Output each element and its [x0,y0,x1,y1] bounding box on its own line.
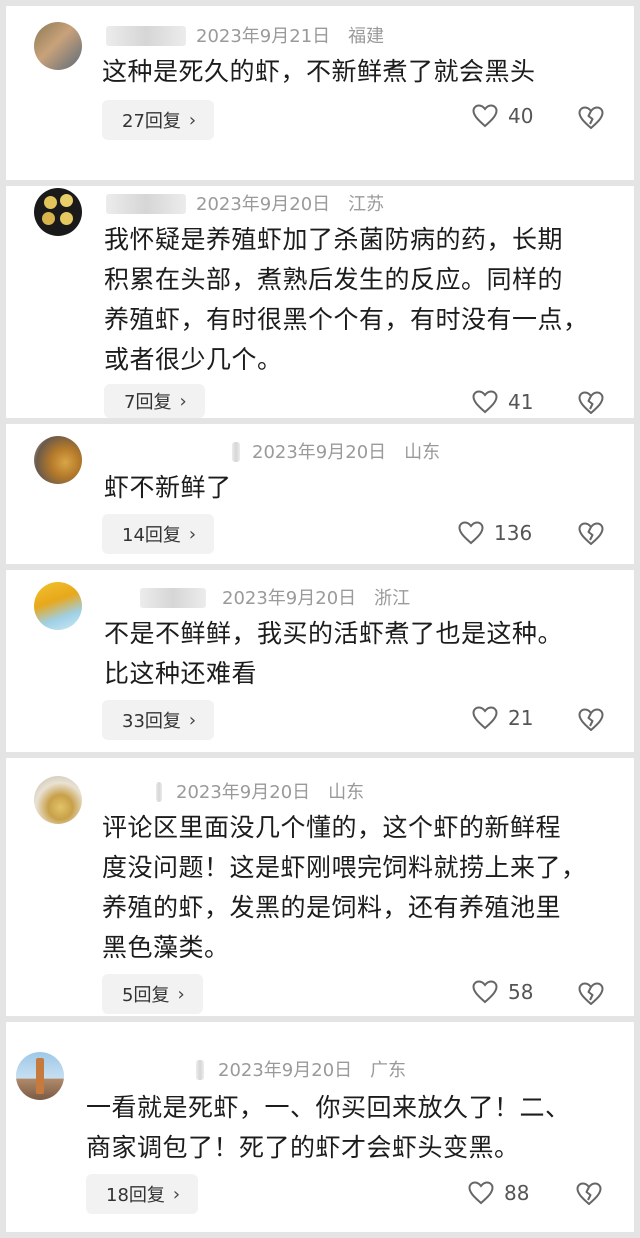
replies-label: 27回复 [122,111,181,132]
replies-button[interactable]: 27回复 › [102,100,215,140]
replies-label: 7回复 [124,392,172,413]
heart-outline-icon [472,390,498,414]
like-count: 58 [508,980,534,1004]
like-count: 21 [508,706,534,730]
comment-date: 2023年9月20日 [252,442,387,463]
comment-location: 山东 [328,782,365,803]
comment-line: 比这种还难看 [104,659,258,688]
heart-outline-icon [472,104,498,128]
heart-outline-icon [458,521,484,545]
comment-line: 不是不鲜鲜，我买的活虾煮了也是这种。 [104,619,564,648]
like-button[interactable]: 58 [472,980,533,1004]
comment-text: 我怀疑是养殖虾加了杀菌防病的药，长期 积累在头部，煮熟后发生的反应。同样的 养殖… [104,220,589,380]
comment-line: 积累在头部，煮熟后发生的反应。同样的 [104,265,564,294]
comment-line: 这种是死久的虾，不新鲜煮了就会黑头 [102,57,536,86]
like-count: 88 [504,1181,530,1205]
chevron-right-icon: › [177,983,185,1005]
broken-heart-icon[interactable] [578,522,604,546]
avatar[interactable] [34,582,82,630]
comment-card: 2023年9月20日 山东 评论区里面没几个懂的，这个虾的新鲜程 度没问题！这是虾… [6,758,634,1016]
comment-line: 评论区里面没几个懂的，这个虾的新鲜程 [102,813,562,842]
username-redacted [156,782,162,802]
like-button[interactable]: 21 [472,706,533,730]
replies-button[interactable]: 5回复 › [102,974,203,1014]
comment-date: 2023年9月20日 [222,588,357,609]
comment-meta: 2023年9月20日 山东 [156,778,364,804]
chevron-right-icon: › [179,390,187,412]
comment-text: 这种是死久的虾，不新鲜煮了就会黑头 [102,52,536,92]
avatar[interactable] [34,776,82,824]
username-redacted [106,26,186,46]
like-button[interactable]: 41 [472,390,533,414]
comment-date: 2023年9月21日 [196,26,331,47]
comment-line: 黑色藻类。 [102,933,230,962]
username-redacted [106,194,186,214]
comment-meta: 2023年9月20日 山东 [232,438,440,464]
comment-line: 虾不新鲜了 [104,473,232,502]
comment-line: 养殖虾，有时很黑个个有，有时没有一点， [104,305,589,334]
comment-card: 2023年9月20日 山东 虾不新鲜了 14回复 › 136 [6,424,634,564]
username-redacted [140,588,206,608]
broken-heart-icon[interactable] [578,982,604,1006]
comment-line: 我怀疑是养殖虾加了杀菌防病的药，长期 [104,225,564,254]
comment-line: 度没问题！这是虾刚喂完饲料就捞上来了， [102,853,587,882]
heart-outline-icon [468,1181,494,1205]
comment-meta: 2023年9月20日 浙江 [140,584,410,610]
username-redacted [232,442,240,462]
comment-line: 商家调包了！死了的虾才会虾头变黑。 [86,1133,520,1162]
comment-location: 浙江 [374,588,411,609]
heart-outline-icon [472,980,498,1004]
comment-location: 江苏 [348,194,385,215]
broken-heart-icon[interactable] [578,708,604,732]
comment-card: 2023年9月20日 浙江 不是不鲜鲜，我买的活虾煮了也是这种。 比这种还难看 3… [6,570,634,752]
avatar[interactable] [34,188,82,236]
comment-location: 福建 [348,26,385,47]
comment-location: 山东 [404,442,441,463]
replies-button[interactable]: 33回复 › [102,700,215,740]
like-button[interactable]: 136 [458,521,532,545]
replies-label: 33回复 [122,711,181,732]
comment-text: 虾不新鲜了 [104,468,232,508]
comment-card: 2023年9月21日 福建 这种是死久的虾，不新鲜煮了就会黑头 27回复 › 40 [6,6,634,180]
comment-meta: 2023年9月20日 江苏 [106,190,384,216]
avatar[interactable] [34,436,82,484]
username-redacted [196,1060,204,1080]
comment-location: 广东 [370,1060,407,1081]
comment-line: 养殖的虾，发黑的是饲料，还有养殖池里 [102,893,562,922]
comment-card: 2023年9月20日 广东 一看就是死虾，一、你买回来放久了！二、 商家调包了！死… [6,1022,634,1232]
chevron-right-icon: › [188,109,197,131]
like-button[interactable]: 88 [468,1181,529,1205]
comment-text: 评论区里面没几个懂的，这个虾的新鲜程 度没问题！这是虾刚喂完饲料就捞上来了， 养… [102,808,587,968]
avatar[interactable] [34,22,82,70]
replies-label: 18回复 [106,1185,165,1206]
like-button[interactable]: 40 [472,104,533,128]
comment-card: 2023年9月20日 江苏 我怀疑是养殖虾加了杀菌防病的药，长期 积累在头部，煮熟… [6,186,634,418]
comment-text: 不是不鲜鲜，我买的活虾煮了也是这种。 比这种还难看 [104,614,563,694]
like-count: 41 [508,390,534,414]
comment-date: 2023年9月20日 [196,194,331,215]
replies-label: 5回复 [122,985,170,1006]
chevron-right-icon: › [188,709,197,731]
heart-outline-icon [472,706,498,730]
comment-meta: 2023年9月21日 福建 [106,22,384,48]
comment-date: 2023年9月20日 [176,782,311,803]
like-count: 40 [508,104,534,128]
comment-meta: 2023年9月20日 广东 [196,1056,406,1082]
like-count: 136 [494,521,533,545]
broken-heart-icon[interactable] [578,106,604,130]
avatar[interactable] [16,1052,64,1100]
chevron-right-icon: › [188,523,197,545]
comment-line: 一看就是死虾，一、你买回来放久了！二、 [86,1093,571,1122]
chevron-right-icon: › [172,1183,181,1205]
replies-button[interactable]: 18回复 › [86,1174,199,1214]
comment-line: 或者很少几个。 [104,345,283,374]
replies-button[interactable]: 7回复 › [104,384,205,418]
replies-button[interactable]: 14回复 › [102,514,215,554]
broken-heart-icon[interactable] [578,391,604,415]
comment-text: 一看就是死虾，一、你买回来放久了！二、 商家调包了！死了的虾才会虾头变黑。 [86,1088,571,1168]
broken-heart-icon[interactable] [576,1182,602,1206]
comment-date: 2023年9月20日 [218,1060,353,1081]
replies-label: 14回复 [122,525,181,546]
